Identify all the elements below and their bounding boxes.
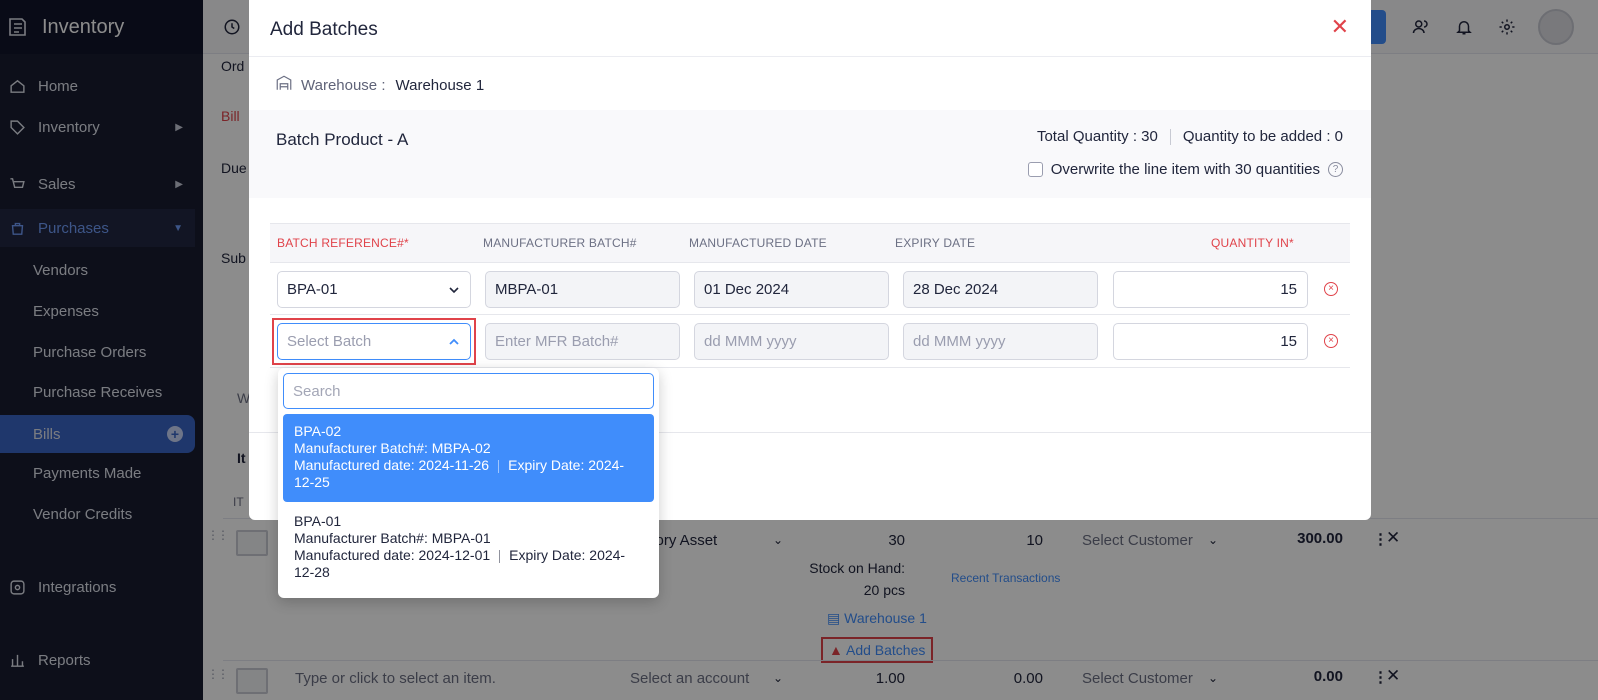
- mfr-batch-field[interactable]: Enter MFR Batch#: [485, 323, 680, 360]
- remove-row-icon[interactable]: ×: [1324, 334, 1338, 348]
- warehouse-label: Warehouse :: [301, 76, 386, 94]
- batch-option[interactable]: BPA-02 Manufacturer Batch#: MBPA-02 Manu…: [283, 414, 654, 502]
- search-placeholder: Search: [293, 382, 341, 400]
- batch-select-value: BPA-01: [287, 281, 338, 298]
- batch-option-dates: Manufactured date: 2024-11-26 Expiry Date…: [294, 457, 643, 491]
- warehouse-row: Warehouse : Warehouse 1: [275, 74, 484, 96]
- batch-option-name: BPA-02: [294, 423, 342, 439]
- quantity-field[interactable]: 15: [1113, 271, 1308, 308]
- modal-title: Add Batches: [270, 19, 378, 40]
- column-manufacturer-batch: MANUFACTURER BATCH#: [483, 236, 637, 250]
- expiry-date-placeholder: dd MMM yyyy: [913, 333, 1006, 350]
- manufactured-date-placeholder: dd MMM yyyy: [704, 333, 797, 350]
- quantity-value: 15: [1280, 333, 1297, 350]
- close-icon[interactable]: ✕: [1331, 14, 1349, 40]
- batch-select-placeholder: Select Batch: [287, 333, 372, 350]
- dropdown-search-input[interactable]: Search: [283, 373, 654, 409]
- manufactured-date-field[interactable]: 01 Dec 2024: [694, 271, 889, 308]
- batch-option-name: BPA-01: [294, 513, 342, 529]
- total-quantity: Total Quantity : 30: [1036, 128, 1158, 145]
- manufactured-date-value: 01 Dec 2024: [704, 281, 790, 298]
- batch-option-mfr: Manufacturer Batch#: MBPA-02: [294, 440, 491, 456]
- product-name: Batch Product - A: [276, 130, 409, 149]
- batch-dropdown: Search BPA-02 Manufacturer Batch#: MBPA-…: [278, 368, 659, 598]
- chevron-up-icon: [448, 335, 460, 352]
- quantity-field[interactable]: 15: [1113, 323, 1308, 360]
- product-section: [249, 110, 1371, 198]
- overwrite-row: Overwrite the line item with 30 quantiti…: [1027, 161, 1343, 178]
- batch-option-dates: Manufactured date: 2024-12-01 Expiry Date…: [294, 547, 643, 581]
- warehouse-icon: [275, 74, 293, 96]
- row-divider: [270, 314, 1350, 315]
- batch-table-header: BATCH REFERENCE#* MANUFACTURER BATCH# MA…: [270, 223, 1350, 263]
- chevron-down-icon: [448, 283, 460, 300]
- divider: [1169, 128, 1171, 145]
- modal-header: Add Batches ✕: [249, 0, 1371, 57]
- column-manufactured-date: MANUFACTURED DATE: [689, 236, 827, 250]
- batch-select[interactable]: BPA-01: [277, 271, 471, 308]
- mfr-batch-value: MBPA-01: [495, 281, 559, 298]
- expiry-date-field[interactable]: dd MMM yyyy: [903, 323, 1098, 360]
- expiry-date-value: 28 Dec 2024: [913, 281, 999, 298]
- batch-option-mfd: Manufactured date: 2024-12-01: [294, 547, 491, 563]
- batch-option-mfd: Manufactured date: 2024-11-26: [294, 457, 490, 473]
- help-icon[interactable]: ?: [1328, 162, 1343, 177]
- warehouse-value: Warehouse 1: [395, 76, 485, 94]
- remove-row-icon[interactable]: ×: [1324, 282, 1338, 296]
- overwrite-checkbox[interactable]: [1027, 162, 1043, 177]
- overwrite-label: Overwrite the line item with 30 quantiti…: [1050, 161, 1320, 178]
- batch-option[interactable]: BPA-01 Manufacturer Batch#: MBPA-01 Manu…: [283, 504, 654, 592]
- manufactured-date-field[interactable]: dd MMM yyyy: [694, 323, 889, 360]
- batch-select[interactable]: Select Batch: [277, 323, 471, 360]
- expiry-date-field[interactable]: 28 Dec 2024: [903, 271, 1098, 308]
- quantity-summary: Total Quantity : 30 Quantity to be added…: [1037, 128, 1343, 145]
- batch-option-mfr: Manufacturer Batch#: MBPA-01: [294, 530, 491, 546]
- column-quantity-in: QUANTITY IN*: [1211, 236, 1294, 250]
- quantity-to-add: Quantity to be added : 0: [1182, 128, 1343, 145]
- column-batch-reference: BATCH REFERENCE#*: [277, 236, 409, 250]
- mfr-batch-placeholder: Enter MFR Batch#: [495, 333, 619, 350]
- quantity-value: 15: [1280, 281, 1297, 298]
- column-expiry-date: EXPIRY DATE: [895, 236, 976, 250]
- mfr-batch-field[interactable]: MBPA-01: [485, 271, 680, 308]
